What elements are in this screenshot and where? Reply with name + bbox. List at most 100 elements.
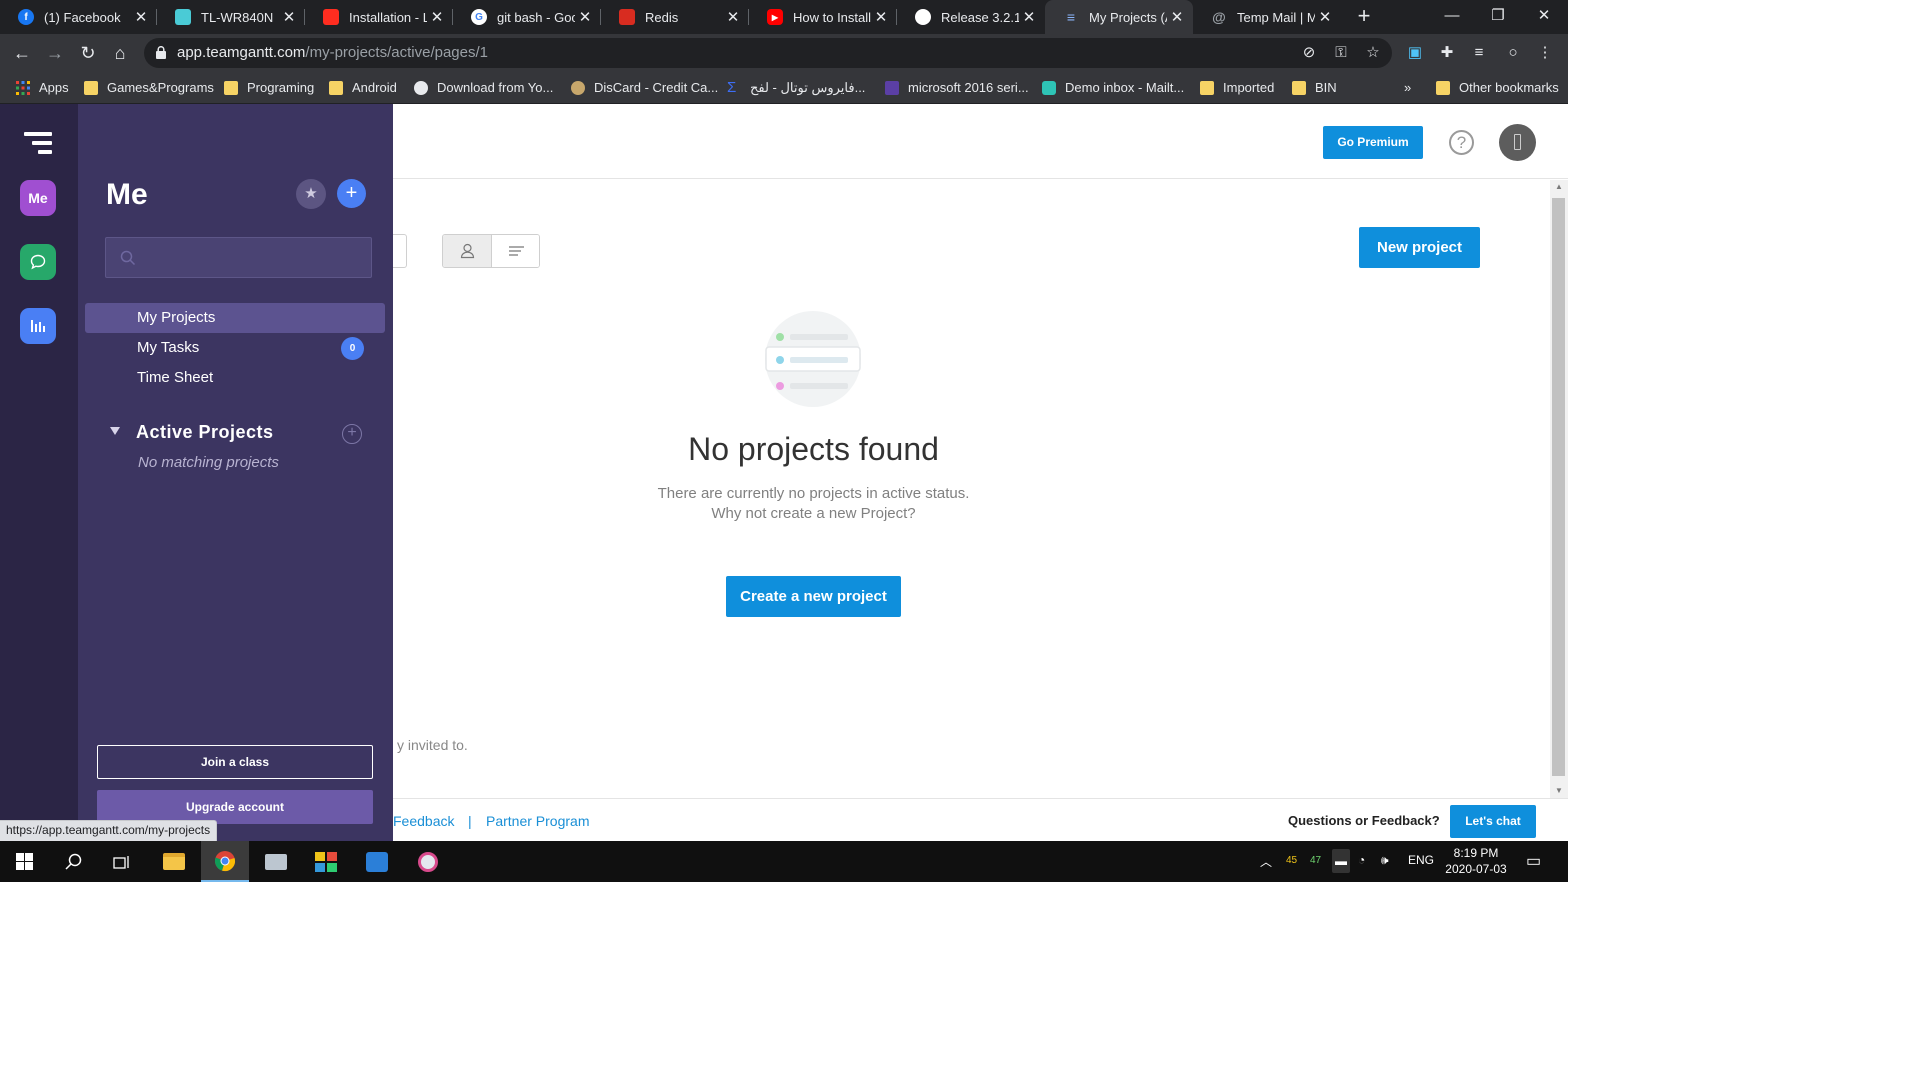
- windows-start-icon[interactable]: [0, 841, 48, 882]
- browser-tab[interactable]: ▶ How to Install F ✕: [749, 0, 897, 34]
- list-view-button[interactable]: [492, 235, 539, 267]
- notifications-icon[interactable]: ▭: [1526, 851, 1541, 871]
- bookmark-link[interactable]: Σ فايروس توتال - لفح...: [727, 72, 865, 103]
- close-icon[interactable]: ✕: [131, 8, 151, 26]
- window-close-icon[interactable]: ✕: [1521, 0, 1567, 34]
- bookmark-folder[interactable]: Games&Programs: [84, 72, 214, 103]
- profile-icon[interactable]: ○: [1503, 43, 1523, 63]
- system-app-icon[interactable]: [252, 841, 300, 882]
- browser-tab[interactable]: f (1) Facebook ✕: [0, 0, 157, 34]
- bookmark-other[interactable]: Other bookmarks: [1436, 72, 1559, 103]
- browser-tab[interactable]: @ Temp Mail | Mo ✕: [1193, 0, 1341, 34]
- nav-time-sheet[interactable]: Time Sheet: [85, 363, 385, 393]
- add-icon[interactable]: +: [337, 179, 366, 208]
- battery-icon[interactable]: ▬: [1332, 849, 1350, 873]
- nav-my-tasks[interactable]: My Tasks 0: [85, 333, 385, 363]
- browser-tab[interactable]: Installation - La ✕: [305, 0, 453, 34]
- close-icon[interactable]: ✕: [279, 8, 299, 26]
- search-icon[interactable]: [49, 841, 97, 882]
- bookmark-folder[interactable]: Android: [329, 72, 397, 103]
- add-project-icon[interactable]: +: [342, 424, 362, 444]
- tray-expand-icon[interactable]: ︿: [1260, 853, 1272, 870]
- close-icon[interactable]: ✕: [1019, 8, 1039, 26]
- system-clock[interactable]: 8:19 PM 2020-07-03: [1436, 845, 1516, 877]
- task-view-icon[interactable]: [98, 841, 146, 882]
- volume-icon[interactable]: 🕪: [1381, 853, 1389, 868]
- lets-chat-button[interactable]: Let's chat: [1450, 805, 1536, 838]
- user-avatar[interactable]: [1499, 124, 1536, 161]
- scroll-up-icon[interactable]: ▲: [1550, 180, 1568, 194]
- close-icon[interactable]: ✕: [723, 8, 743, 26]
- forward-icon[interactable]: →: [43, 41, 67, 65]
- bookmark-star-icon[interactable]: ☆: [1363, 43, 1383, 63]
- feedback-link[interactable]: Feedback: [393, 813, 454, 829]
- media-control-icon[interactable]: ≡: [1469, 43, 1489, 63]
- bookmark-folder[interactable]: Programing: [224, 72, 314, 103]
- active-projects-heading[interactable]: Active Projects: [136, 422, 274, 443]
- bookmarks-overflow[interactable]: »: [1404, 72, 1411, 103]
- join-class-button[interactable]: Join a class: [97, 745, 373, 779]
- paint-app-icon[interactable]: [404, 841, 452, 882]
- me-button[interactable]: Me: [20, 180, 56, 216]
- close-icon[interactable]: ✕: [427, 8, 447, 26]
- chat-button[interactable]: [20, 244, 56, 280]
- collapse-caret-icon[interactable]: [110, 427, 120, 435]
- close-icon[interactable]: ✕: [1167, 8, 1187, 26]
- scroll-down-icon[interactable]: ▼: [1550, 784, 1568, 798]
- teamgantt-logo[interactable]: [24, 132, 52, 154]
- language-indicator[interactable]: ENG: [1408, 853, 1434, 867]
- back-icon[interactable]: ←: [10, 41, 34, 65]
- star-icon[interactable]: ★: [296, 179, 326, 209]
- bookmark-link[interactable]: Download from Yo...: [414, 72, 553, 103]
- close-icon[interactable]: ✕: [871, 8, 891, 26]
- view-toggle: [442, 234, 540, 268]
- reports-button[interactable]: [20, 308, 56, 344]
- project-search-input[interactable]: [105, 237, 372, 278]
- key-icon[interactable]: ⚿: [1331, 43, 1351, 63]
- upgrade-account-button[interactable]: Upgrade account: [97, 790, 373, 824]
- browser-tab[interactable]: Redis ✕: [601, 0, 749, 34]
- new-project-button[interactable]: New project: [1359, 227, 1480, 268]
- puzzle-icon[interactable]: ✚: [1437, 43, 1457, 63]
- create-project-button[interactable]: Create a new project: [726, 576, 901, 617]
- close-icon[interactable]: ✕: [1315, 8, 1335, 26]
- restore-icon[interactable]: ❐: [1475, 0, 1521, 34]
- bookmark-folder[interactable]: BIN: [1292, 72, 1337, 103]
- app-tiles-icon[interactable]: [302, 841, 350, 882]
- help-icon[interactable]: ?: [1449, 130, 1474, 155]
- bookmark-link[interactable]: DisCard - Credit Ca...: [571, 72, 718, 103]
- address-bar[interactable]: app.teamgantt.com/my-projects/active/pag…: [144, 38, 1392, 68]
- folder-icon: [1292, 80, 1306, 95]
- bookmark-link[interactable]: microsoft 2016 seri...: [885, 72, 1029, 103]
- browser-tab[interactable]: G git bash - Goo ✕: [453, 0, 601, 34]
- minimize-icon[interactable]: —: [1429, 0, 1475, 34]
- bookmark-link[interactable]: Demo inbox - Mailt...: [1042, 72, 1184, 103]
- go-premium-button[interactable]: Go Premium: [1323, 126, 1423, 159]
- home-icon[interactable]: ⌂: [108, 41, 132, 65]
- task-count-badge: 0: [341, 337, 364, 360]
- scrollbar-thumb[interactable]: [1552, 198, 1565, 776]
- extension-icon[interactable]: ▣: [1405, 43, 1425, 63]
- empty-projects-illustration: [765, 311, 861, 407]
- file-explorer-icon[interactable]: [150, 841, 198, 882]
- new-tab-button[interactable]: +: [1352, 4, 1376, 28]
- nav-my-projects[interactable]: My Projects: [85, 303, 385, 333]
- bookmark-folder[interactable]: Imported: [1200, 72, 1274, 103]
- reload-icon[interactable]: ↻: [76, 41, 100, 65]
- person-icon: [460, 243, 475, 259]
- browser-tab-active[interactable]: ≡ My Projects (Ac ✕: [1045, 0, 1193, 34]
- close-icon[interactable]: ✕: [575, 8, 595, 26]
- partner-program-link[interactable]: Partner Program: [486, 813, 589, 829]
- browser-tab[interactable]: TL-WR840N ✕: [157, 0, 305, 34]
- menu-icon[interactable]: ⋮: [1535, 43, 1555, 63]
- chrome-icon[interactable]: [201, 841, 249, 882]
- bookmark-label: فايروس توتال - لفح...: [750, 79, 866, 95]
- vertical-scrollbar[interactable]: ▲ ▼: [1550, 180, 1568, 798]
- browser-tab[interactable]: Release 3.2.100 ✕: [897, 0, 1045, 34]
- wifi-icon[interactable]: ◔: [1358, 853, 1365, 867]
- filter-control[interactable]: [393, 234, 407, 268]
- bookmark-apps[interactable]: Apps: [16, 72, 69, 103]
- people-view-button[interactable]: [443, 235, 492, 267]
- blocked-cookie-icon[interactable]: ⊘: [1299, 43, 1319, 63]
- remote-app-icon[interactable]: [353, 841, 401, 882]
